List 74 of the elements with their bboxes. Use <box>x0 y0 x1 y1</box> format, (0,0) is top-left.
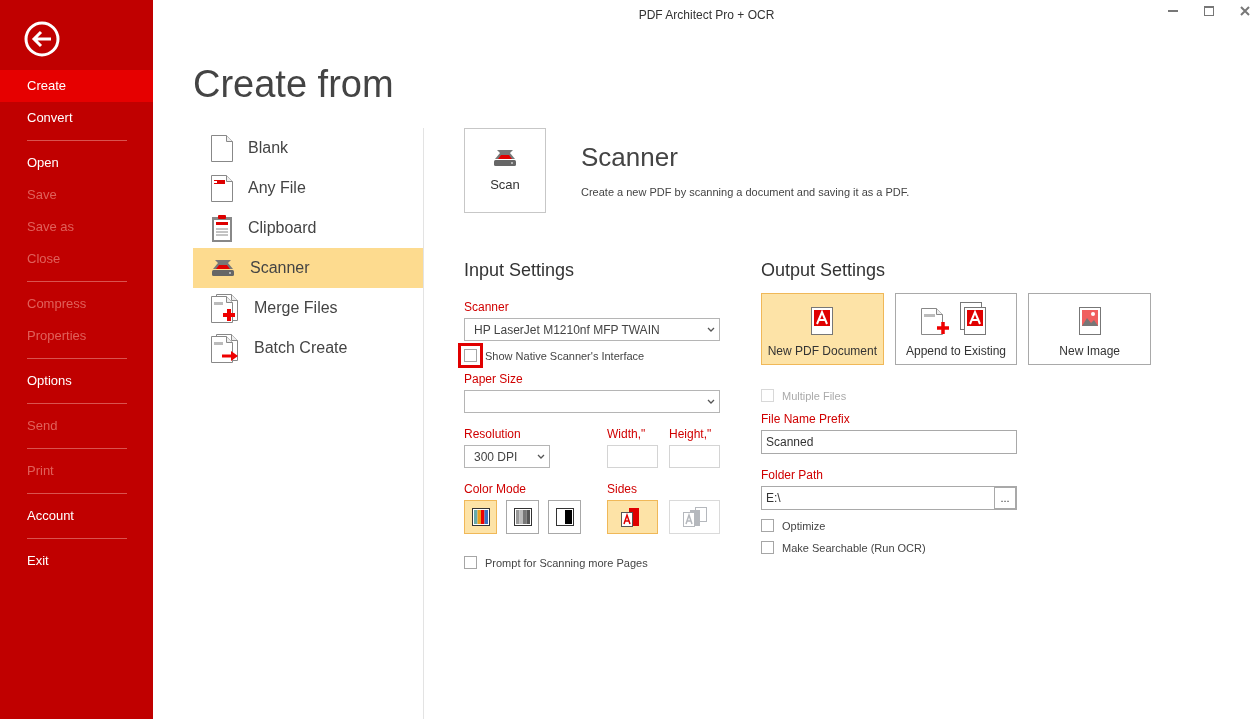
maximize-icon[interactable] <box>1204 6 1214 16</box>
source-label: Any File <box>248 178 306 198</box>
prefix-field[interactable]: Scanned <box>761 430 1017 454</box>
contrast-square-icon <box>555 508 574 526</box>
caret-icon <box>707 398 715 405</box>
field-label: Height," <box>669 427 712 441</box>
sidebar-menu-item[interactable]: Options <box>0 365 153 397</box>
source-item[interactable]: Any File <box>193 168 423 208</box>
field-label: Sides <box>607 482 638 496</box>
section-heading: Input Settings <box>464 259 576 281</box>
source-label: Batch Create <box>254 338 348 358</box>
checkbox[interactable] <box>464 556 477 569</box>
merge-pages-icon <box>210 293 240 323</box>
sides-button[interactable] <box>607 500 658 534</box>
field-label: Resolution <box>464 427 521 441</box>
checkbox[interactable] <box>761 519 774 532</box>
source-label: Clipboard <box>248 218 317 238</box>
source-item[interactable]: Scanner <box>193 248 423 288</box>
sidebar-menu-item[interactable]: Account <box>0 500 153 532</box>
source-label: Merge Files <box>254 298 338 318</box>
close-icon[interactable] <box>1240 6 1250 16</box>
height-field[interactable] <box>669 445 720 468</box>
source-label: Scanner <box>250 258 310 278</box>
color-mode-button[interactable] <box>464 500 497 534</box>
output-type-button[interactable]: Append to Existing <box>894 293 1018 365</box>
section-title: Scanner <box>581 142 679 172</box>
checkbox-label: Multiple Files <box>782 389 847 402</box>
field-label: Paper Size <box>464 372 523 386</box>
page-icon <box>210 134 234 162</box>
color-mode-button[interactable] <box>548 500 581 534</box>
scanner-dropdown[interactable]: HP LaserJet M1210nf MFP TWAIN <box>464 318 720 341</box>
pdf-document-icon <box>810 306 835 336</box>
source-item[interactable]: Blank <box>193 128 423 168</box>
checkbox-label: Prompt for Scanning more Pages <box>485 556 648 569</box>
field-label: File Name Prefix <box>761 412 850 426</box>
batch-pages-arrow-icon <box>210 333 240 363</box>
scanner-icon <box>210 259 236 277</box>
scan-button[interactable]: Scan <box>464 128 546 213</box>
grayscale-stripes-icon <box>513 508 532 526</box>
source-item[interactable]: Batch Create <box>193 328 423 368</box>
source-label: Blank <box>248 138 289 158</box>
field-label: Folder Path <box>761 468 824 482</box>
sidebar-menu-item[interactable]: Exit <box>0 545 153 577</box>
checkbox-label: Show Native Scanner's Interface <box>485 349 645 362</box>
width-field[interactable] <box>607 445 658 468</box>
source-item[interactable]: Clipboard <box>193 208 423 248</box>
caret-icon <box>707 326 715 333</box>
section-description: Create a new PDF by scanning a document and saving it as a PDF. <box>581 186 910 198</box>
field-label: Color Mode <box>464 482 527 496</box>
page-letter-icon <box>680 506 709 528</box>
field-label: Scanner <box>464 300 509 314</box>
section-heading: Output Settings <box>761 259 887 281</box>
checkbox-label: Make Searchable (Run OCR) <box>782 541 926 554</box>
caret-icon <box>537 453 545 460</box>
output-type-button[interactable]: New PDF Document <box>761 293 884 365</box>
checkbox[interactable] <box>761 541 774 554</box>
sidebar-menu-item[interactable]: Open <box>0 147 153 179</box>
color-mode-button[interactable] <box>506 500 539 534</box>
page-title: Create from <box>193 62 394 106</box>
output-type-button[interactable]: New Image <box>1028 293 1151 365</box>
window-title: PDF Architect Pro + OCR <box>638 8 775 22</box>
browse-button[interactable]: ... <box>994 487 1016 509</box>
clipboard-icon <box>210 213 234 243</box>
scanner-icon <box>492 149 518 167</box>
color-stripes-icon <box>471 508 490 526</box>
pdf-page-icon <box>210 174 234 202</box>
source-item[interactable]: Merge Files <box>193 288 423 328</box>
checkbox[interactable] <box>464 349 477 362</box>
image-document-icon <box>1077 306 1102 336</box>
checkbox-label: Optimize <box>782 519 826 532</box>
resolution-dropdown[interactable]: 300 DPI <box>464 445 550 468</box>
sidebar-menu-item[interactable]: Convert <box>0 102 153 134</box>
field-label: Width," <box>607 427 646 441</box>
sidebar-menu-item[interactable]: Create <box>0 70 153 102</box>
